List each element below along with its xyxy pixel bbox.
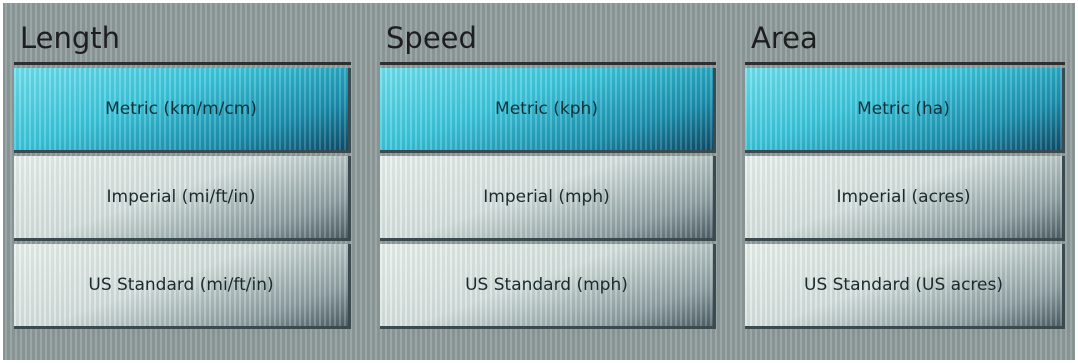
length-imperial-label: Imperial (mi/ft/in): [106, 187, 256, 207]
length-options: Metric (km/m/cm) Imperial (mi/ft/in) US …: [14, 68, 351, 329]
area-metric-button[interactable]: Metric (ha): [745, 68, 1065, 153]
speed-metric-label: Metric (kph): [495, 99, 598, 119]
length-title: Length: [14, 14, 351, 65]
length-imperial-button[interactable]: Imperial (mi/ft/in): [14, 156, 351, 241]
area-title: Area: [745, 14, 1065, 65]
length-metric-button[interactable]: Metric (km/m/cm): [14, 68, 351, 153]
area-metric-label: Metric (ha): [857, 99, 950, 119]
area-imperial-label: Imperial (acres): [836, 187, 971, 207]
area-options: Metric (ha) Imperial (acres) US Standard…: [745, 68, 1065, 329]
speed-us-standard-label: US Standard (mph): [465, 275, 628, 295]
length-metric-label: Metric (km/m/cm): [105, 99, 257, 119]
speed-us-standard-button[interactable]: US Standard (mph): [380, 244, 716, 329]
speed-imperial-label: Imperial (mph): [483, 187, 610, 207]
speed-imperial-button[interactable]: Imperial (mph): [380, 156, 716, 241]
area-group: Area Metric (ha) Imperial (acres) US Sta…: [745, 14, 1065, 332]
speed-group: Speed Metric (kph) Imperial (mph) US Sta…: [380, 14, 716, 332]
length-us-standard-label: US Standard (mi/ft/in): [88, 275, 274, 295]
area-us-standard-label: US Standard (US acres): [804, 275, 1003, 295]
speed-title: Speed: [380, 14, 716, 65]
area-imperial-button[interactable]: Imperial (acres): [745, 156, 1065, 241]
length-us-standard-button[interactable]: US Standard (mi/ft/in): [14, 244, 351, 329]
speed-options: Metric (kph) Imperial (mph) US Standard …: [380, 68, 716, 329]
length-group: Length Metric (km/m/cm) Imperial (mi/ft/…: [14, 14, 351, 332]
speed-metric-button[interactable]: Metric (kph): [380, 68, 716, 153]
area-us-standard-button[interactable]: US Standard (US acres): [745, 244, 1065, 329]
